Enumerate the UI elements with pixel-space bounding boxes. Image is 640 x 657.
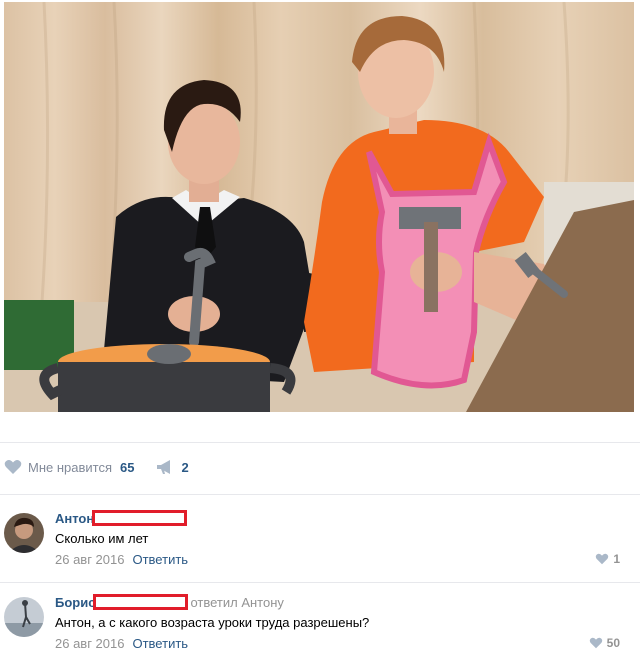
comment-like-button[interactable]: 50 bbox=[589, 636, 620, 650]
comment-author[interactable]: Антон bbox=[55, 511, 94, 526]
photo-drawing bbox=[4, 2, 634, 412]
share-button[interactable]: 2 bbox=[156, 459, 189, 475]
redaction-box bbox=[93, 594, 189, 610]
comment-header: Антон bbox=[55, 510, 188, 526]
share-count: 2 bbox=[181, 459, 189, 475]
comment-like-count: 1 bbox=[613, 552, 620, 566]
comment-author[interactable]: Борис bbox=[55, 595, 95, 610]
reply-button[interactable]: Ответить bbox=[132, 636, 188, 651]
comment-like-count: 50 bbox=[606, 636, 620, 650]
like-label: Мне нравится bbox=[28, 459, 113, 475]
comment-text: Антон, а с какого возраста уроки труда р… bbox=[55, 615, 370, 630]
comment-text: Сколько им лет bbox=[55, 531, 149, 546]
avatar[interactable] bbox=[4, 513, 44, 553]
avatar[interactable] bbox=[4, 597, 44, 637]
heart-icon bbox=[589, 637, 602, 649]
redaction-box bbox=[92, 510, 188, 526]
divider bbox=[0, 494, 640, 495]
reply-button[interactable]: Ответить bbox=[132, 552, 188, 567]
divider bbox=[0, 582, 640, 583]
like-count: 65 bbox=[120, 459, 135, 475]
comment-meta: 26 авг 2016 Ответить bbox=[55, 552, 188, 567]
comment-like-button[interactable]: 1 bbox=[595, 552, 620, 566]
comment: Антон Сколько им лет 26 авг 2016 Ответить… bbox=[0, 502, 640, 582]
divider bbox=[0, 442, 640, 443]
comment: Борис ответил Антону Антон, а с какого во… bbox=[0, 586, 640, 657]
heart-icon bbox=[596, 553, 609, 565]
megaphone-icon bbox=[157, 460, 171, 474]
post-actions: Мне нравится 65 2 bbox=[0, 448, 640, 486]
comment-header: Борис ответил Антону bbox=[55, 594, 284, 610]
heart-icon bbox=[4, 460, 22, 474]
reply-to-link[interactable]: ответил Антону bbox=[190, 595, 283, 610]
comment-date[interactable]: 26 авг 2016 bbox=[55, 552, 124, 567]
comment-date[interactable]: 26 авг 2016 bbox=[55, 636, 124, 651]
like-button[interactable]: Мне нравится 65 bbox=[4, 459, 134, 475]
post-photo[interactable] bbox=[4, 2, 634, 412]
comment-meta: 26 авг 2016 Ответить bbox=[55, 636, 188, 651]
